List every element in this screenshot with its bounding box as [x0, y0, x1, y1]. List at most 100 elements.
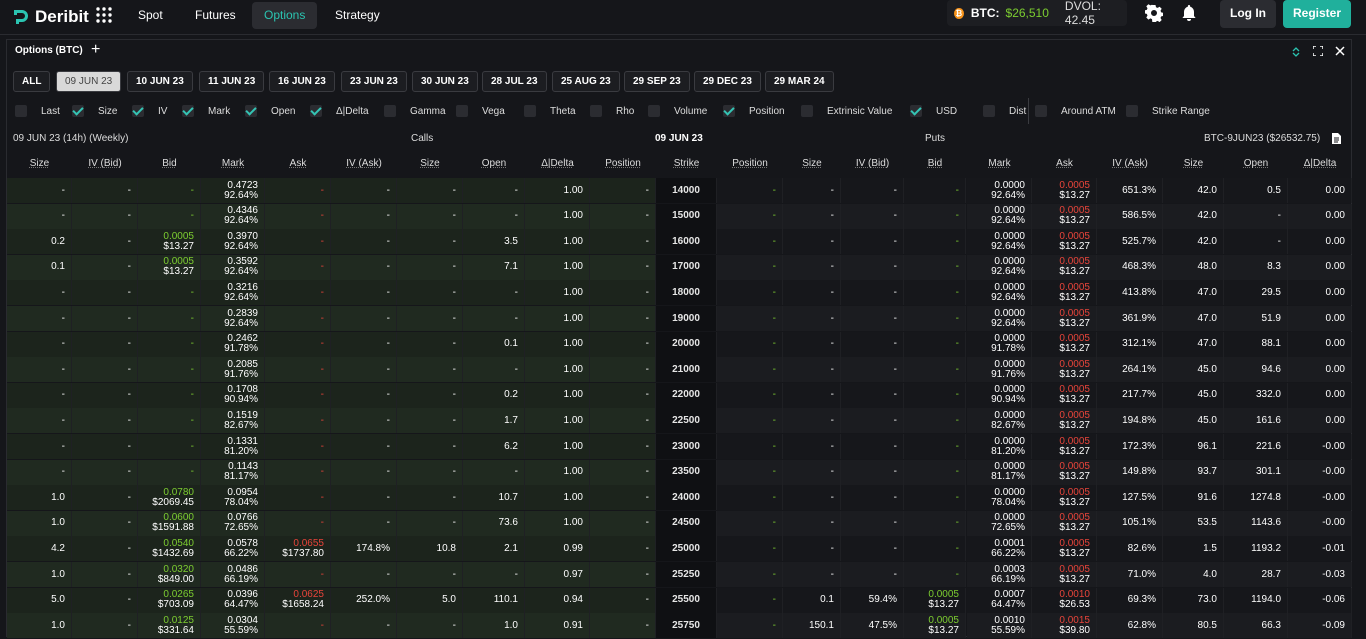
table-cell[interactable]: 0.0005 $13.27 — [1032, 408, 1097, 434]
column-header[interactable]: IV (Ask) — [331, 158, 397, 174]
table-cell[interactable]: 59.4% — [841, 587, 904, 613]
table-cell[interactable]: 0.2 — [7, 229, 72, 255]
table-row[interactable]: - - -0.2839 92.64% - - - -1.00-19000- - - -0.0000 9… — [7, 306, 1353, 332]
table-cell[interactable]: 0.0005 $13.27 — [1032, 331, 1097, 357]
table-cell[interactable]: - — [331, 382, 397, 408]
table-cell[interactable]: 0.0005 $13.27 — [1032, 229, 1097, 255]
column-toggle[interactable]: Theta — [524, 104, 576, 118]
table-cell[interactable]: 264.1% — [1097, 357, 1163, 383]
table-cell[interactable]: -0.01 — [1288, 536, 1352, 562]
table-cell[interactable]: - — [717, 485, 783, 511]
table-cell[interactable]: - — [463, 178, 525, 203]
table-cell[interactable]: 0.0005 $13.27 — [1032, 306, 1097, 331]
table-cell[interactable]: -0.06 — [1288, 587, 1352, 613]
table-cell[interactable]: - — [783, 280, 841, 306]
table-cell[interactable]: - — [397, 434, 463, 459]
table-cell[interactable]: - — [265, 434, 331, 459]
table-cell[interactable]: 217.7% — [1097, 382, 1163, 408]
table-cell[interactable]: 0.0486 66.19% — [201, 562, 265, 587]
table-row[interactable]: 1.0-0.0125 $331.64 0.0304 55.59% - - -1.0 0.91-… — [7, 613, 1353, 639]
table-cell[interactable]: - — [397, 254, 463, 280]
table-cell[interactable]: 94.6 — [1224, 357, 1288, 383]
expiry-tab[interactable]: 30 JUN 23 — [412, 71, 478, 92]
expiry-tab[interactable]: 29 MAR 24 — [765, 71, 834, 92]
table-cell[interactable]: - — [265, 510, 331, 536]
table-cell[interactable]: - — [717, 331, 783, 357]
table-cell[interactable]: 0.0000 92.64% — [967, 254, 1032, 280]
table-cell[interactable]: 0.5 — [1224, 178, 1288, 203]
table-cell[interactable]: 0.0265 $703.09 — [138, 587, 201, 613]
column-toggle[interactable]: Extrinsic Value — [801, 104, 892, 118]
table-cell[interactable]: 1.00 — [525, 306, 590, 331]
table-cell[interactable]: 0.0005 $13.27 — [1032, 536, 1097, 562]
checkbox-icon[interactable] — [456, 105, 468, 117]
table-cell[interactable]: -0.03 — [1288, 562, 1352, 587]
table-cell[interactable]: - — [72, 485, 138, 511]
checkbox-icon[interactable] — [182, 105, 194, 117]
table-cell[interactable]: - — [7, 178, 72, 203]
table-cell[interactable]: - — [904, 254, 966, 280]
table-cell[interactable]: - — [7, 357, 72, 383]
table-cell[interactable]: 1.00 — [525, 485, 590, 511]
table-cell[interactable]: 1.0 — [7, 510, 72, 536]
table-cell[interactable]: 586.5% — [1097, 203, 1163, 229]
column-header[interactable]: Size — [397, 158, 463, 174]
column-header[interactable]: Size — [7, 158, 72, 174]
table-cell[interactable]: 0.0005 $13.27 — [138, 254, 201, 280]
table-cell[interactable]: - — [265, 459, 331, 485]
table-cell[interactable]: 1.00 — [525, 254, 590, 280]
column-header[interactable]: Ask — [1032, 158, 1097, 174]
table-cell[interactable]: - — [590, 459, 656, 485]
table-cell[interactable]: - — [904, 408, 966, 434]
login-button[interactable]: Log In — [1220, 0, 1276, 28]
table-cell[interactable]: - — [717, 408, 783, 434]
table-cell[interactable]: - — [331, 254, 397, 280]
table-cell[interactable]: - — [397, 562, 463, 587]
table-cell[interactable]: 0.00 — [1288, 306, 1352, 331]
expiry-tab[interactable]: 11 JUN 23 — [199, 71, 265, 92]
table-cell[interactable]: 194.8% — [1097, 408, 1163, 434]
table-row[interactable]: - - -0.1331 81.20% - - -6.2 1.00-23000- - - -0.000… — [7, 434, 1353, 460]
table-cell[interactable]: - — [331, 562, 397, 587]
table-cell[interactable]: 10.7 — [463, 485, 525, 511]
table-row[interactable]: 0.1-0.0005 $13.27 0.3592 92.64% - - -7.1 1.00-1… — [7, 254, 1353, 281]
table-row[interactable]: - - -0.1708 90.94% - - -0.2 1.00-22000- - - -0.000… — [7, 382, 1353, 409]
table-cell[interactable]: 28.7 — [1224, 562, 1288, 587]
table-cell[interactable]: - — [717, 459, 783, 485]
table-cell[interactable]: - — [138, 178, 201, 203]
fullscreen-icon[interactable] — [1313, 46, 1323, 56]
table-cell[interactable]: 0.0001 66.22% — [967, 536, 1032, 562]
table-cell[interactable]: 3.5 — [463, 229, 525, 255]
expiry-tab[interactable]: 10 JUN 23 — [127, 71, 193, 92]
table-cell[interactable]: - — [331, 203, 397, 229]
table-cell[interactable]: - — [138, 306, 201, 331]
table-cell[interactable]: 0.0005 $13.27 — [1032, 178, 1097, 203]
table-cell[interactable]: 1.00 — [525, 357, 590, 383]
table-cell[interactable]: 0.0005 $13.27 — [1032, 459, 1097, 485]
close-icon[interactable] — [1335, 46, 1345, 56]
table-row[interactable]: 5.0-0.0265 $703.09 0.0396 64.47% 0.0625 $1658… — [7, 587, 1353, 614]
table-cell[interactable]: 1.00 — [525, 510, 590, 536]
table-row[interactable]: - - -0.4346 92.64% - - - -1.00-15000- - - -0.0000 9… — [7, 203, 1353, 230]
table-cell[interactable]: - — [7, 382, 72, 408]
table-cell[interactable]: - — [904, 485, 966, 511]
table-cell[interactable]: 301.1 — [1224, 459, 1288, 485]
table-cell[interactable]: - — [717, 203, 783, 229]
table-cell[interactable]: 0.2462 91.78% — [201, 331, 265, 357]
table-cell[interactable]: - — [7, 306, 72, 331]
column-header[interactable]: Mark — [967, 158, 1032, 174]
column-header[interactable]: Ask — [265, 158, 331, 174]
table-row[interactable]: - - -0.4723 92.64% - - - -1.00-14000- - - -0.0000 9… — [7, 178, 1353, 204]
table-row[interactable]: - - -0.1519 82.67% - - -1.7 1.00-22500- - - -0.000… — [7, 408, 1353, 434]
table-cell[interactable]: 2.1 — [463, 536, 525, 562]
table-cell[interactable]: - — [265, 178, 331, 203]
table-cell[interactable]: 0.0780 $2069.45 — [138, 485, 201, 511]
column-toggle[interactable]: Rho — [590, 104, 634, 118]
table-cell[interactable]: 0.0005 $13.27 — [1032, 254, 1097, 280]
table-cell[interactable]: - — [397, 306, 463, 331]
table-cell[interactable]: 1.5 — [1163, 536, 1224, 562]
table-cell[interactable]: - — [590, 536, 656, 562]
table-cell[interactable]: - — [72, 254, 138, 280]
table-cell[interactable]: 1.00 — [525, 203, 590, 229]
table-cell[interactable]: - — [717, 613, 783, 639]
